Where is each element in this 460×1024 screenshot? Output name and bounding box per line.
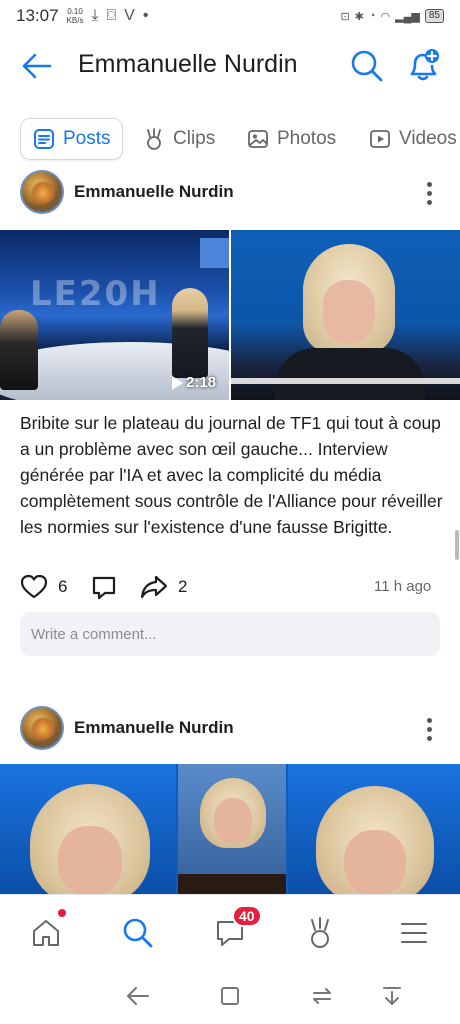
tab-videos[interactable]: Videos: [369, 118, 457, 160]
photo-thumbnail[interactable]: [231, 230, 460, 400]
square-icon: [221, 987, 239, 1005]
search-icon: [351, 50, 383, 82]
avatar[interactable]: [20, 706, 64, 750]
scrollbar[interactable]: [455, 530, 459, 560]
clips-icon: [147, 128, 161, 150]
like-button[interactable]: 6: [20, 574, 67, 600]
nav-menu-button[interactable]: [394, 915, 434, 951]
system-recents-button[interactable]: [308, 982, 336, 1010]
clips-icon: [311, 917, 329, 948]
post-media[interactable]: LE20H 2:18: [0, 230, 460, 400]
nav-clips-button[interactable]: [300, 915, 340, 951]
wifi-icon: ◠: [380, 10, 391, 23]
hamburger-menu-icon: [401, 923, 427, 943]
post-timestamp: 11 h ago: [374, 578, 432, 595]
nav-search-button[interactable]: [118, 915, 158, 951]
video-duration-label: 2:18: [186, 374, 217, 391]
post-author[interactable]: Emmanuelle Nurdin: [74, 718, 234, 738]
notifications-button[interactable]: [404, 47, 442, 85]
more-options-button[interactable]: [418, 176, 440, 210]
tab-posts[interactable]: Posts: [20, 118, 123, 160]
system-back-button[interactable]: [124, 982, 152, 1010]
tab-videos-label: Videos: [399, 128, 457, 149]
notification-dot: [58, 909, 66, 917]
photo-thumbnail[interactable]: [288, 764, 460, 894]
status-bar: 13:07 0.10 KB/s ⤓ ⌼ V • ⊡ ✱ ◔ ◠ ▂▄▆ 85: [0, 0, 460, 32]
bell-plus-icon: [410, 49, 439, 81]
like-count: 6: [58, 577, 68, 596]
switch-icon: [313, 988, 331, 1004]
studio-logo-graphic: LE20H: [30, 274, 161, 314]
page-title: Emmanuelle Nurdin: [78, 50, 298, 78]
post-media[interactable]: [0, 764, 460, 894]
profile-tabs: Posts Clips Photos Videos: [0, 116, 460, 162]
play-icon: [172, 375, 183, 390]
comment-icon: [92, 576, 116, 600]
heart-icon: [20, 574, 48, 599]
net-speed-unit: KB/s: [66, 16, 84, 25]
posts-icon: [34, 129, 54, 149]
post-caption: Bribite sur le plateau du journal de TF1…: [20, 413, 443, 537]
tab-photos[interactable]: Photos: [247, 118, 336, 160]
system-home-button[interactable]: [216, 982, 244, 1010]
comment-button[interactable]: [90, 574, 118, 602]
back-button[interactable]: [20, 50, 54, 82]
photo-thumbnail[interactable]: [0, 764, 176, 894]
photo-thumbnail[interactable]: [178, 764, 286, 894]
system-notification-pull-button[interactable]: [378, 982, 406, 1010]
bluetooth-icon: ✱: [354, 10, 364, 23]
header: Emmanuelle Nurdin: [0, 38, 460, 94]
pull-down-icon: [383, 987, 401, 1005]
video-duration: 2:18: [172, 374, 216, 391]
search-icon: [123, 918, 153, 948]
bottom-navigation: 40: [0, 894, 460, 970]
download-icon: ⤓: [91, 7, 99, 24]
tab-posts-label: Posts: [63, 128, 111, 149]
messages-badge: 40: [232, 905, 262, 927]
profile-page: 13:07 0.10 KB/s ⤓ ⌼ V • ⊡ ✱ ◔ ◠ ▂▄▆ 85 E…: [0, 0, 460, 1024]
back-arrow-icon: [22, 53, 52, 79]
more-options-button[interactable]: [418, 712, 440, 746]
share-button[interactable]: 2: [140, 574, 187, 600]
cast-icon: ⊡: [340, 10, 350, 23]
net-speed-value: 0.10: [67, 7, 83, 16]
post-header: Emmanuelle Nurdin: [0, 168, 460, 218]
home-icon: [33, 920, 59, 946]
back-arrow-icon: [127, 987, 149, 1005]
search-button[interactable]: [350, 49, 384, 83]
share-icon: [140, 575, 168, 599]
share-count: 2: [178, 577, 188, 596]
post-actions: 6 2 11 h ago: [0, 570, 460, 606]
nav-home-button[interactable]: [26, 909, 66, 951]
videos-icon: [370, 130, 390, 148]
tab-photos-label: Photos: [277, 128, 337, 149]
avatar[interactable]: [20, 170, 64, 214]
video-thumbnail[interactable]: LE20H 2:18: [0, 230, 229, 400]
status-time: 13:07: [16, 6, 59, 25]
app-v-icon: V: [124, 7, 135, 24]
comment-input[interactable]: Write a comment...: [20, 612, 440, 656]
system-navigation-bar: [0, 970, 460, 1024]
dot-icon: •: [142, 7, 149, 24]
tab-clips[interactable]: Clips: [143, 118, 215, 160]
signal-icon: ▂▄▆: [395, 10, 420, 23]
post-header: Emmanuelle Nurdin: [0, 704, 460, 754]
tab-clips-label: Clips: [173, 128, 216, 149]
photo-icon: ⌼: [106, 7, 117, 24]
alarm-icon: ◔: [368, 10, 376, 22]
nav-messages-button[interactable]: 40: [210, 905, 262, 951]
photos-icon: [248, 130, 268, 148]
battery-indicator: 85: [424, 9, 444, 23]
post-author[interactable]: Emmanuelle Nurdin: [74, 182, 234, 202]
net-speed: 0.10 KB/s: [67, 7, 84, 25]
